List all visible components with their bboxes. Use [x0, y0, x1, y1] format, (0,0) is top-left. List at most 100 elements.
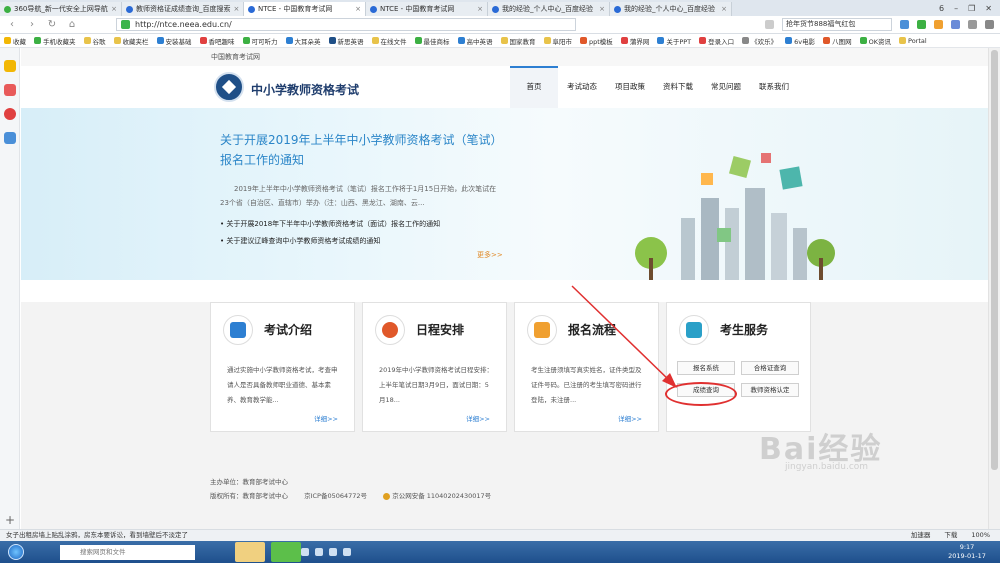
- forward-arrow-icon[interactable]: ›: [26, 19, 38, 31]
- status-accelerator[interactable]: 加速器: [911, 530, 931, 541]
- tab-close-icon[interactable]: ×: [477, 2, 483, 16]
- lightning-icon[interactable]: [765, 20, 774, 29]
- browser-tab-active[interactable]: NTCE - 中国教育考试网 ×: [244, 2, 366, 16]
- menu-item-downloads[interactable]: 资料下载: [654, 66, 702, 108]
- taskbar-clock[interactable]: 9:17 2019-01-17: [940, 543, 1000, 561]
- bookmark-item[interactable]: 大耳朵英: [285, 36, 321, 46]
- bookmark-item[interactable]: 手机收藏夹: [34, 36, 76, 46]
- bookmark-item[interactable]: 6v电影: [785, 36, 815, 46]
- taskbar-search-input[interactable]: 搜索网页和文件: [60, 544, 195, 560]
- menu-item-exam-news[interactable]: 考试动态: [558, 66, 606, 108]
- footer-police-record[interactable]: 京公网安备 11040202430017号: [392, 492, 491, 500]
- bookmark-item[interactable]: 阜阳市: [543, 36, 572, 46]
- banner-headline-link[interactable]: 关于开展2019年上半年中小学教师资格考试（笔试）报名工作的通知: [220, 130, 510, 170]
- bookmark-item[interactable]: 谷歌: [83, 36, 106, 46]
- tab-close-icon[interactable]: ×: [721, 2, 727, 16]
- add-icon[interactable]: +: [5, 513, 15, 527]
- status-downloads[interactable]: 下载: [944, 530, 957, 541]
- scrollbar-thumb[interactable]: [991, 50, 998, 470]
- bookmark-item[interactable]: 登录入口: [699, 36, 734, 46]
- start-button[interactable]: [0, 541, 32, 563]
- undo-icon[interactable]: [968, 20, 977, 29]
- card-title[interactable]: 报名流程: [568, 321, 616, 338]
- browser-tab[interactable]: 360导航_新一代安全上网导航 ×: [0, 2, 122, 16]
- security-icon[interactable]: [343, 548, 351, 556]
- banner-more-link[interactable]: 更多>>: [477, 250, 503, 260]
- bookmark-item[interactable]: ppt模板: [580, 36, 613, 46]
- ime-icon[interactable]: [329, 548, 337, 556]
- zoom-level[interactable]: 100%: [971, 530, 990, 541]
- browser-search-box[interactable]: 抢年货节888福气红包: [782, 18, 892, 31]
- browser-360-icon[interactable]: [271, 542, 301, 562]
- browser-tab[interactable]: 教师资格证成绩查询_百度搜索 ×: [122, 2, 244, 16]
- tab-close-icon[interactable]: ×: [599, 2, 605, 16]
- top-strip-label[interactable]: 中国教育考试网: [211, 53, 260, 61]
- menu-item-faq[interactable]: 常见问题: [702, 66, 750, 108]
- menu-item-home[interactable]: 首页: [510, 66, 558, 108]
- certificate-query-button[interactable]: 合格证查询: [741, 361, 799, 375]
- minimize-icon[interactable]: –: [954, 4, 958, 13]
- bookmark-item[interactable]: 在线文件: [371, 36, 407, 46]
- card-more-link[interactable]: 详细>>: [618, 413, 642, 423]
- tab-close-icon[interactable]: ×: [234, 2, 240, 16]
- menu-item-contact[interactable]: 联系我们: [750, 66, 798, 108]
- site-logo-icon[interactable]: [214, 72, 244, 102]
- back-arrow-icon[interactable]: ‹: [6, 19, 18, 31]
- refresh-icon[interactable]: ↻: [46, 19, 58, 31]
- tab-close-icon[interactable]: ×: [111, 2, 117, 16]
- grid-icon[interactable]: [951, 20, 960, 29]
- bookmark-item[interactable]: OK资讯: [859, 36, 891, 46]
- menu-item-policy[interactable]: 项目政策: [606, 66, 654, 108]
- weibo-icon[interactable]: [4, 84, 16, 96]
- tab-count-badge[interactable]: 6: [939, 4, 944, 13]
- banner-news-link[interactable]: 关于建议辽峰查询中小学教师资格考试成绩的通知: [220, 233, 440, 250]
- bookmark-item[interactable]: 新思英语: [328, 36, 364, 46]
- footer-icp[interactable]: 京ICP备05064772号: [304, 492, 367, 500]
- banner-news-link[interactable]: 关于开展2018年下半年中小学教师资格考试（面试）报名工作的通知: [220, 216, 440, 233]
- bookmark-item[interactable]: 最佳商标: [414, 36, 450, 46]
- volume-icon[interactable]: [315, 548, 323, 556]
- card-more-link[interactable]: 详细>>: [314, 413, 338, 423]
- bookmark-item[interactable]: 《欢乐》: [742, 36, 777, 46]
- network-icon[interactable]: [301, 548, 309, 556]
- bookmark-item[interactable]: 可可听力: [242, 36, 278, 46]
- message-icon[interactable]: [4, 132, 16, 144]
- card-title[interactable]: 考试介绍: [264, 321, 312, 338]
- card-title[interactable]: 日程安排: [416, 321, 464, 338]
- browser-tab[interactable]: NTCE - 中国教育考试网 ×: [366, 2, 488, 16]
- bookmark-item[interactable]: 八图网: [823, 36, 852, 46]
- bookmark-item[interactable]: 安装基础: [156, 36, 192, 46]
- menu-icon[interactable]: [985, 20, 994, 29]
- home-icon[interactable]: ⌂: [66, 19, 78, 31]
- browser-tab[interactable]: 我的经验_个人中心_百度经验 ×: [610, 2, 732, 16]
- scissors-icon[interactable]: [917, 20, 926, 29]
- site-title[interactable]: 中小学教师资格考试: [251, 81, 359, 98]
- bookmark-label: 可可听力: [251, 37, 278, 46]
- favorites-star-icon[interactable]: [4, 60, 16, 72]
- bookmark-item[interactable]: 收藏夹栏: [113, 36, 149, 46]
- bookmark-item[interactable]: Portal: [899, 37, 927, 45]
- bookmark-item[interactable]: 香吧趣味: [199, 36, 235, 46]
- browser-tab[interactable]: 我的经验_个人中心_百度经验 ×: [488, 2, 610, 16]
- bookmark-item[interactable]: 国家教育: [500, 36, 536, 46]
- close-window-icon[interactable]: ✕: [985, 4, 992, 13]
- bookmark-item[interactable]: 高中英语: [457, 36, 493, 46]
- search-icon[interactable]: [900, 20, 909, 29]
- registration-system-button[interactable]: 报名系统: [677, 361, 735, 375]
- bookmark-item[interactable]: 蒲界网: [620, 36, 649, 46]
- teacher-qualification-button[interactable]: 教师资格认定: [741, 383, 799, 397]
- card-title[interactable]: 考生服务: [720, 321, 768, 338]
- card-schedule: 日程安排 2019年中小学教师资格考试日程安排：上半年笔试日期3月9日，面试日期…: [362, 302, 507, 432]
- file-explorer-icon[interactable]: [235, 542, 265, 562]
- eye-icon[interactable]: [4, 108, 16, 120]
- extension-icon[interactable]: [934, 20, 943, 29]
- status-news-ticker[interactable]: 女子出租房墙上贴乱涂鸦，房东本要诉讼，看到墙壁后不淡定了: [6, 530, 188, 541]
- bookmark-item[interactable]: 关于PPT: [657, 36, 691, 46]
- vertical-scrollbar[interactable]: [988, 48, 1000, 529]
- bookmark-item[interactable]: 收藏: [4, 36, 26, 46]
- tab-close-icon[interactable]: ×: [355, 2, 361, 16]
- book-pen-icon: [230, 322, 246, 338]
- card-more-link[interactable]: 详细>>: [466, 413, 490, 423]
- maximize-icon[interactable]: ❐: [968, 4, 975, 13]
- address-bar[interactable]: http://ntce.neea.edu.cn/: [116, 18, 576, 31]
